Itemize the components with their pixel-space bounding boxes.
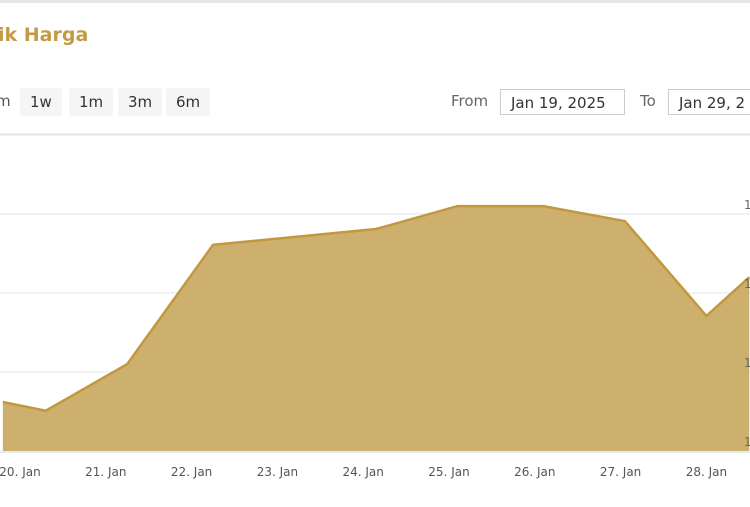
y-tick-label: 1 (744, 435, 750, 449)
x-tick-label: 21. Jan (85, 465, 126, 479)
y-tick-label: 1 (744, 277, 750, 291)
x-tick-label: 20. Jan (0, 465, 41, 479)
x-tick-label: 23. Jan (257, 465, 298, 479)
price-chart: 20. Jan 21. Jan 22. Jan 23. Jan 24. Jan 25. J… (0, 133, 750, 479)
x-tick-label: 27. Jan (600, 465, 641, 479)
x-tick-label: 22. Jan (171, 465, 212, 479)
area-fill (2, 206, 750, 451)
y-tick-label: 1 (744, 356, 750, 370)
x-tick-label: 26. Jan (514, 465, 555, 479)
x-tick-label: 24. Jan (342, 465, 383, 479)
x-tick-label: 25. Jan (428, 465, 469, 479)
y-tick-label: 1 (744, 198, 750, 212)
x-tick-label: 28. Jan (686, 465, 727, 479)
